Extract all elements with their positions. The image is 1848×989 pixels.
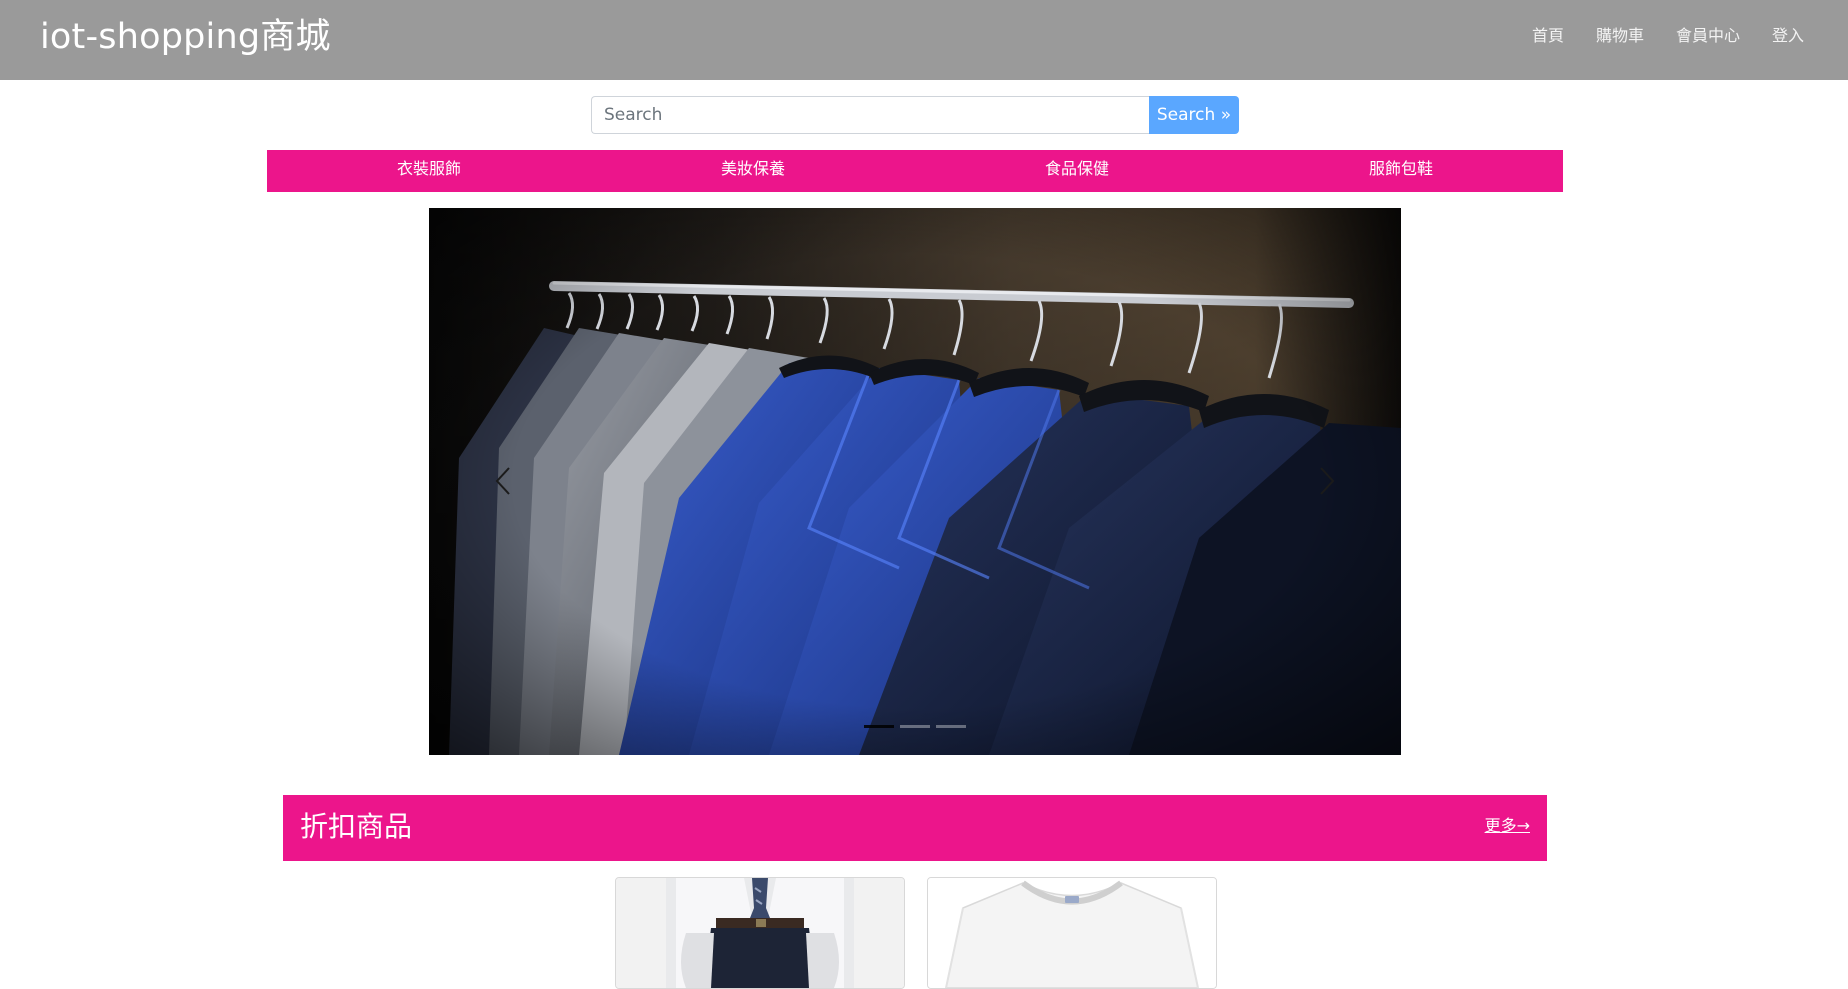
chevron-left-icon	[495, 467, 510, 495]
category-clothing[interactable]: 衣裝服飾	[267, 150, 591, 192]
carousel-next-button[interactable]	[1297, 456, 1357, 506]
nav-link-login[interactable]: 登入	[1772, 24, 1804, 48]
search-bar: Search »	[591, 96, 1239, 134]
carousel-slide-image	[429, 208, 1401, 755]
section-title: 折扣商品	[300, 810, 413, 843]
carousel-indicator-1[interactable]	[864, 725, 894, 728]
category-bar: 衣裝服飾 美妝保養 食品保健 服飾包鞋	[267, 150, 1563, 192]
product-card[interactable]	[615, 877, 905, 989]
top-navbar: iot-shopping商城 首頁 購物車 會員中心 登入	[0, 0, 1848, 80]
carousel-indicator-2[interactable]	[900, 725, 930, 728]
carousel-prev-button[interactable]	[473, 456, 533, 506]
more-link[interactable]: 更多→	[1485, 812, 1530, 836]
chevron-right-icon	[1320, 467, 1335, 495]
discount-section-header: 折扣商品 更多→	[283, 795, 1547, 861]
category-beauty[interactable]: 美妝保養	[591, 150, 915, 192]
nav-link-cart[interactable]: 購物車	[1596, 24, 1644, 48]
product-image	[928, 878, 1216, 988]
nav-links: 首頁 購物車 會員中心 登入	[1532, 24, 1804, 48]
carousel-indicators	[864, 725, 966, 728]
site-brand[interactable]: iot-shopping商城	[40, 17, 331, 57]
category-accessories-bags-shoes[interactable]: 服飾包鞋	[1239, 150, 1563, 192]
product-card[interactable]	[927, 877, 1217, 989]
hero-carousel	[429, 208, 1401, 755]
nav-link-member-center[interactable]: 會員中心	[1676, 24, 1740, 48]
product-image	[616, 878, 904, 988]
search-input[interactable]	[591, 96, 1149, 134]
category-food-health[interactable]: 食品保健	[915, 150, 1239, 192]
carousel-indicator-3[interactable]	[936, 725, 966, 728]
nav-link-home[interactable]: 首頁	[1532, 24, 1564, 48]
search-button[interactable]: Search »	[1149, 96, 1239, 134]
